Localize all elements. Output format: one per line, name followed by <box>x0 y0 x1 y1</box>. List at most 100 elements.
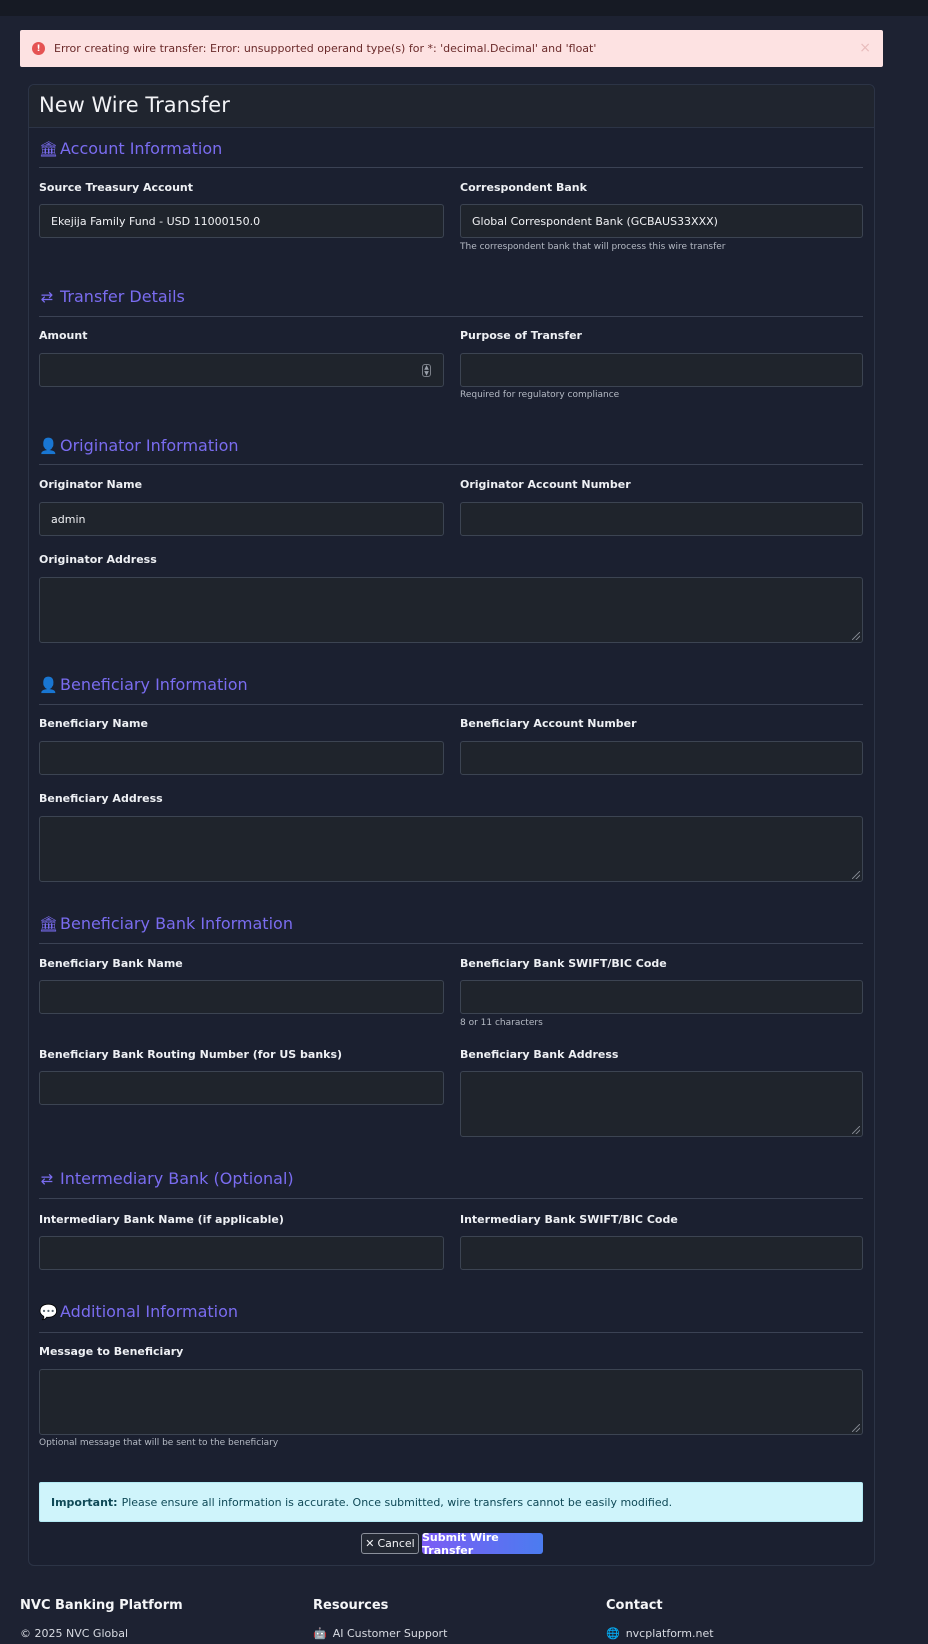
intermediary-bank-name-input[interactable] <box>39 1236 444 1270</box>
beneficiary-address-textarea[interactable] <box>39 816 863 882</box>
transfer-icon: ⇄ <box>40 1169 54 1188</box>
resize-handle-icon[interactable] <box>852 632 860 640</box>
close-icon[interactable]: × <box>859 40 871 56</box>
section-title-label: Beneficiary Bank Information <box>60 914 293 933</box>
originator-name-value: admin <box>51 512 86 526</box>
beneficiary-bank-routing-label: Beneficiary Bank Routing Number (for US … <box>39 1048 343 1061</box>
correspondent-bank-select[interactable]: Global Correspondent Bank (GCBAUS33XXX) <box>460 204 863 238</box>
purpose-hint: Required for regulatory compliance <box>460 390 620 400</box>
correspondent-bank-hint: The correspondent bank that will process… <box>460 242 726 252</box>
originator-name-input[interactable]: admin <box>39 502 444 536</box>
error-icon: ! <box>32 42 45 55</box>
footer-contact-title: Contact <box>606 1598 663 1613</box>
correspondent-bank-label: Correspondent Bank <box>460 181 587 194</box>
beneficiary-bank-address-textarea[interactable] <box>460 1071 863 1137</box>
beneficiary-address-label: Beneficiary Address <box>39 792 163 805</box>
message-label: Message to Beneficiary <box>39 1345 184 1358</box>
resize-handle-icon[interactable] <box>852 1424 860 1432</box>
section-title-label: Originator Information <box>60 436 239 455</box>
number-stepper-icon[interactable]: ▲ ▼ <box>422 364 431 377</box>
section-title-label: Intermediary Bank (Optional) <box>60 1169 294 1188</box>
source-account-value: Ekejija Family Fund - USD 11000150.0 <box>51 214 261 228</box>
important-notice: Important: Please ensure all information… <box>39 1482 863 1522</box>
footer-copyright: © 2025 NVC Global <box>20 1627 128 1640</box>
resize-handle-icon[interactable] <box>852 871 860 879</box>
notice-strong: Important: <box>51 1495 118 1509</box>
section-beneficiary-information: 👤 Beneficiary Information <box>39 675 248 694</box>
source-account-label: Source Treasury Account <box>39 181 193 194</box>
intermediary-bank-swift-label: Intermediary Bank SWIFT/BIC Code <box>460 1213 678 1226</box>
beneficiary-name-label: Beneficiary Name <box>39 717 148 730</box>
section-title-label: Additional Information <box>60 1302 239 1321</box>
footer-resources-title: Resources <box>313 1598 389 1613</box>
originator-address-label: Originator Address <box>39 553 157 566</box>
correspondent-bank-value: Global Correspondent Bank (GCBAUS33XXX) <box>472 214 718 228</box>
card-header: New Wire Transfer <box>29 85 874 128</box>
section-title-label: Beneficiary Information <box>60 675 248 694</box>
copyright-text: © 2025 NVC Global <box>20 1627 129 1640</box>
beneficiary-bank-routing-input[interactable] <box>39 1071 444 1105</box>
footer-brand: NVC Banking Platform <box>20 1598 183 1613</box>
section-title-label: Transfer Details <box>60 287 185 306</box>
footer-ai-support-link[interactable]: 🤖 AI Customer Support <box>313 1627 447 1640</box>
divider <box>39 464 863 465</box>
originator-account-label: Originator Account Number <box>460 478 631 491</box>
error-alert: ! Error creating wire transfer: Error: u… <box>20 30 883 67</box>
top-navbar <box>0 0 928 16</box>
beneficiary-bank-swift-input[interactable] <box>460 980 863 1014</box>
divider <box>39 1332 863 1333</box>
originator-address-textarea[interactable] <box>39 577 863 643</box>
originator-account-input[interactable] <box>460 502 863 536</box>
section-account-information: 🏛 Account Information <box>39 139 222 158</box>
resize-handle-icon[interactable] <box>852 1126 860 1134</box>
globe-icon: 🌐 <box>606 1627 620 1640</box>
beneficiary-bank-swift-label: Beneficiary Bank SWIFT/BIC Code <box>460 957 667 970</box>
section-title-label: Account Information <box>60 139 223 158</box>
message-hint: Optional message that will be sent to th… <box>39 1438 279 1448</box>
error-message: Error creating wire transfer: Error: uns… <box>54 42 597 55</box>
beneficiary-account-input[interactable] <box>460 741 863 775</box>
message-textarea[interactable] <box>39 1369 863 1435</box>
beneficiary-bank-name-label: Beneficiary Bank Name <box>39 957 183 970</box>
notice-text: Please ensure all information is accurat… <box>121 1495 673 1509</box>
website-label: nvcplatform.net <box>625 1627 714 1640</box>
section-intermediary-bank: ⇄ Intermediary Bank (Optional) <box>39 1169 294 1188</box>
chat-icon: 💬 <box>39 1302 58 1321</box>
section-beneficiary-bank-information: 🏛 Beneficiary Bank Information <box>39 914 293 933</box>
intermediary-bank-swift-input[interactable] <box>460 1236 863 1270</box>
section-transfer-details: ⇄ Transfer Details <box>39 287 185 306</box>
bank-icon: 🏛 <box>39 914 59 933</box>
divider <box>39 316 863 317</box>
intermediary-bank-name-label: Intermediary Bank Name (if applicable) <box>39 1213 284 1226</box>
cancel-label: Cancel <box>377 1537 415 1550</box>
footer-website-link[interactable]: 🌐 nvcplatform.net <box>606 1627 714 1640</box>
beneficiary-bank-name-input[interactable] <box>39 980 444 1014</box>
section-additional-information: 💬 Additional Information <box>39 1302 238 1321</box>
swift-hint: 8 or 11 characters <box>460 1018 543 1028</box>
divider <box>39 167 863 168</box>
purpose-input[interactable] <box>460 353 863 387</box>
purpose-label: Purpose of Transfer <box>460 329 582 342</box>
submit-label: Submit Wire Transfer <box>422 1530 499 1557</box>
submit-wire-transfer-button[interactable]: Submit Wire Transfer <box>422 1530 543 1557</box>
transfer-icon: ⇄ <box>40 287 54 306</box>
divider <box>39 704 863 705</box>
beneficiary-account-label: Beneficiary Account Number <box>460 717 637 730</box>
beneficiary-bank-address-label: Beneficiary Bank Address <box>460 1048 619 1061</box>
beneficiary-name-input[interactable] <box>39 741 444 775</box>
user-icon: 👤 <box>39 436 58 455</box>
amount-input[interactable]: ▲ ▼ <box>39 353 444 387</box>
page-title: New Wire Transfer <box>39 93 230 117</box>
divider <box>39 1198 863 1199</box>
bank-icon: 🏛 <box>39 139 59 158</box>
source-account-select[interactable]: Ekejija Family Fund - USD 11000150.0 <box>39 204 444 238</box>
section-originator-information: 👤 Originator Information <box>39 436 239 455</box>
divider <box>39 943 863 944</box>
robot-icon: 🤖 <box>313 1627 327 1640</box>
cancel-button[interactable]: ✕ Cancel <box>361 1533 419 1554</box>
ai-support-label: AI Customer Support <box>332 1627 448 1640</box>
close-icon: ✕ <box>365 1537 375 1550</box>
amount-label: Amount <box>39 329 88 342</box>
add-user-icon: 👤 <box>39 675 58 694</box>
originator-name-label: Originator Name <box>39 478 143 491</box>
